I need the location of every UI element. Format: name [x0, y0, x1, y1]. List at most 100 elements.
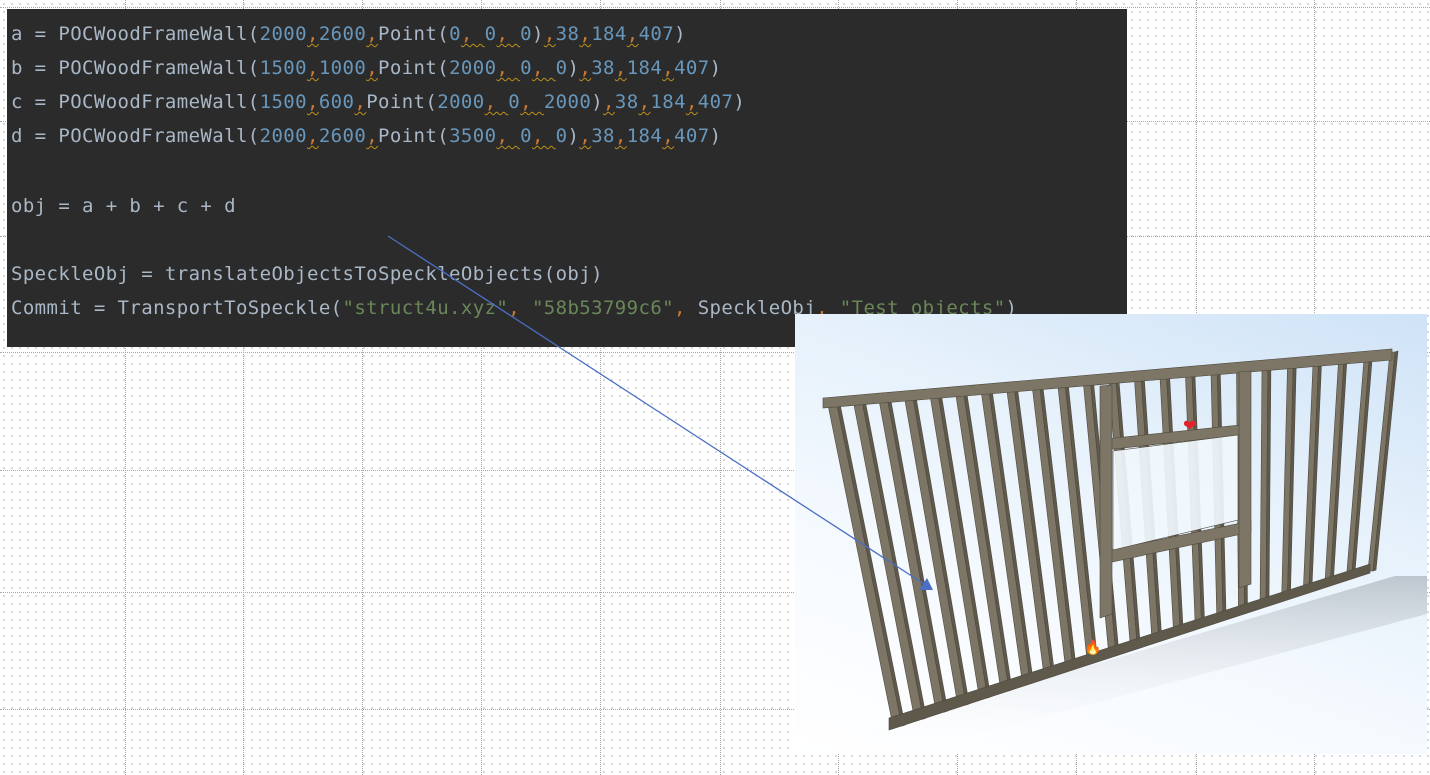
code-token: 0: [508, 91, 521, 113]
code-token: ,: [531, 57, 556, 79]
code-token: ,: [306, 23, 319, 45]
code-token: SpeckleObj = translateObjectsToSpeckleOb…: [11, 263, 603, 285]
code-token: ,: [626, 23, 639, 45]
code-token: 38: [591, 125, 615, 147]
wall-stud-side: [1372, 350, 1399, 572]
code-token: 184: [591, 23, 627, 45]
code-token: 0: [520, 57, 532, 79]
code-token: ,: [496, 23, 521, 45]
code-token: 1500: [259, 91, 307, 113]
code-token: "struct4u.xyz": [342, 297, 509, 319]
code-token: ,: [366, 125, 379, 147]
code-token: ): [567, 125, 580, 147]
code-token: 0: [520, 125, 532, 147]
code-token: ): [591, 91, 604, 113]
code-token: d = POCWoodFrameWall(: [11, 125, 260, 147]
code-token: ,: [579, 57, 592, 79]
code-token: 407: [638, 23, 675, 45]
code-token: 38: [614, 91, 639, 113]
code-token: ,: [674, 297, 698, 319]
code-token: 2600: [318, 125, 367, 147]
code-token: ,: [685, 91, 698, 113]
code-token: ,: [662, 57, 675, 79]
code-token: ,: [306, 91, 319, 113]
code-token: 2000: [259, 23, 307, 45]
code-token: b = POCWoodFrameWall(: [11, 57, 260, 79]
code-token: ,: [543, 23, 556, 45]
code-token: 0: [555, 125, 568, 147]
code-token: ): [531, 23, 544, 45]
code-token: ): [567, 57, 580, 79]
code-token: c = POCWoodFrameWall(: [11, 91, 260, 113]
code-token: 2000: [543, 91, 592, 113]
code-token: 2000: [437, 91, 485, 113]
code-editor-panel[interactable]: a = POCWoodFrameWall(2000,2600,Point(0, …: [7, 9, 1127, 347]
code-token: "58b53799c6": [531, 297, 675, 319]
code-token: Point(: [366, 91, 438, 113]
wall-stud: [1346, 353, 1370, 579]
code-token: ,: [531, 125, 556, 147]
window-king-stud: [1099, 384, 1113, 619]
code-line-b[interactable]: b = POCWoodFrameWall(1500,1000,Point(200…: [11, 55, 721, 81]
code-token: 0: [555, 57, 568, 79]
code-token: ,: [366, 23, 379, 45]
code-token: a = POCWoodFrameWall(: [11, 23, 260, 45]
code-token: ): [733, 91, 746, 113]
code-token: 600: [318, 91, 355, 113]
code-token: ): [709, 57, 722, 79]
code-token: 407: [697, 91, 734, 113]
code-token: 0: [520, 23, 532, 45]
code-line-speckleobj[interactable]: SpeckleObj = translateObjectsToSpeckleOb…: [11, 261, 603, 287]
code-token: ,: [366, 57, 379, 79]
code-token: Point(: [378, 23, 450, 45]
code-token: obj = a + b + c + d: [11, 195, 236, 217]
code-token: ,: [484, 91, 509, 113]
code-token: ): [709, 125, 722, 147]
flame-marker-icon[interactable]: 🔥: [1084, 640, 1101, 656]
wood-frame-wall-model: [822, 348, 1427, 754]
code-token: 184: [650, 91, 686, 113]
code-token: 2000: [259, 125, 307, 147]
code-line-obj[interactable]: obj = a + b + c + d: [11, 193, 236, 219]
code-token: ,: [460, 23, 485, 45]
code-token: Commit = TransportToSpeckle(: [11, 297, 343, 319]
code-token: 0: [484, 23, 497, 45]
code-token: 407: [674, 125, 710, 147]
speckle-3d-viewer[interactable]: ❤ 🔥: [795, 314, 1427, 754]
code-token: ,: [638, 91, 651, 113]
code-token: 407: [674, 57, 710, 79]
code-token: 1500: [259, 57, 307, 79]
code-token: ,: [662, 125, 675, 147]
code-token: ,: [579, 125, 592, 147]
code-token: ): [674, 23, 686, 45]
wall-stud: [1367, 351, 1396, 572]
code-token: 184: [626, 57, 663, 79]
code-token: Point(: [378, 125, 450, 147]
window-king-stud: [1238, 370, 1252, 589]
code-line-d[interactable]: d = POCWoodFrameWall(2000,2600,Point(350…: [11, 123, 721, 149]
code-token: 2600: [318, 23, 367, 45]
code-token: ,: [520, 91, 544, 113]
code-token: ,: [496, 125, 521, 147]
code-token: ,: [508, 297, 532, 319]
code-token: 184: [626, 125, 663, 147]
code-token: 2000: [449, 57, 497, 79]
grid-line: [0, 7, 1430, 8]
code-line-c[interactable]: c = POCWoodFrameWall(1500,600,Point(2000…: [11, 89, 745, 115]
code-line-a[interactable]: a = POCWoodFrameWall(2000,2600,Point(0, …: [11, 21, 686, 47]
heart-marker-icon[interactable]: ❤: [1183, 416, 1196, 435]
code-token: ,: [496, 57, 521, 79]
code-token: ,: [603, 91, 615, 113]
code-token: 38: [555, 23, 580, 45]
code-token: ,: [306, 57, 319, 79]
code-token: 3500: [449, 125, 497, 147]
code-token: 38: [591, 57, 615, 79]
code-token: Point(: [378, 57, 450, 79]
code-token: ,: [579, 23, 592, 45]
code-token: ,: [354, 91, 367, 113]
code-token: 0: [449, 23, 461, 45]
code-token: ,: [614, 125, 627, 147]
code-token: ,: [306, 125, 319, 147]
code-token: ,: [614, 57, 627, 79]
code-token: 1000: [318, 57, 367, 79]
